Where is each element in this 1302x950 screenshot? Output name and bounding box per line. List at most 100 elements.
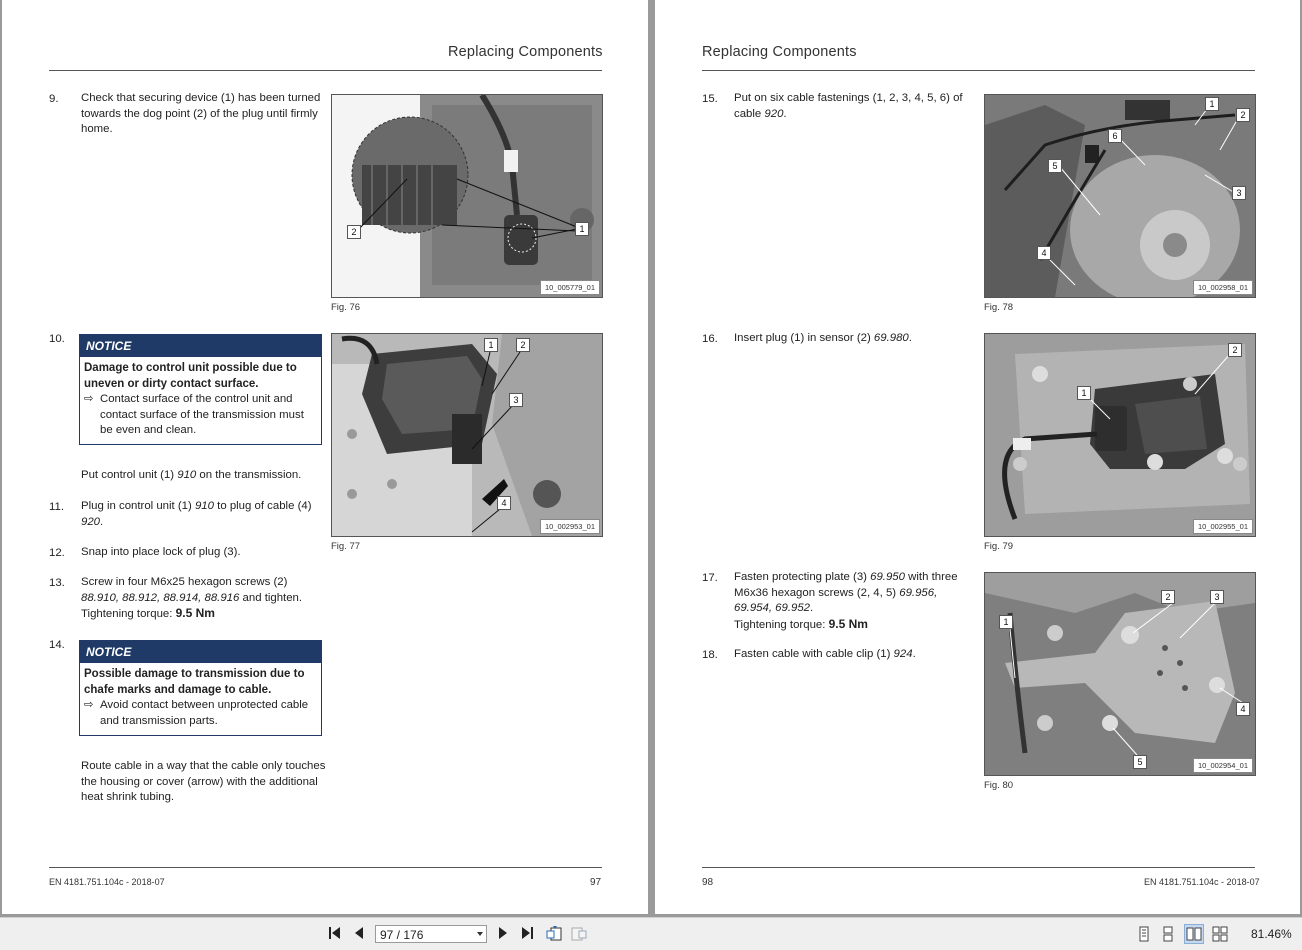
callout-2: 2 (1228, 343, 1242, 357)
notice-box: NOTICE Damage to control unit possible d… (79, 334, 322, 445)
figure-caption: Fig. 79 (984, 541, 1014, 552)
callout-3: 3 (1232, 186, 1246, 200)
footer-doc-id: EN 4181.751.104c - 2018-07 (1144, 877, 1260, 887)
figure-77: 1 2 3 4 10_002953_01 (331, 333, 603, 537)
continuous-page-icon (1163, 926, 1173, 942)
footer-page-number: 98 (702, 877, 714, 888)
navigation-toolbar: 97 / 176 81.46% (0, 917, 1302, 950)
callout-6: 6 (1108, 129, 1122, 143)
step-14-text: Route cable in a way that the cable only… (81, 760, 326, 803)
next-page-icon (499, 927, 507, 939)
back-view-button[interactable] (545, 924, 563, 942)
step-number: 12. (49, 547, 65, 559)
step-number: 13. (49, 577, 65, 589)
figure-code: 10_002955_01 (1192, 519, 1253, 534)
callout-2: 2 (347, 225, 361, 239)
figure-79: 2 1 10_002955_01 (984, 333, 1256, 537)
step-number: 15. (702, 93, 718, 105)
callout-2: 2 (1161, 590, 1175, 604)
footer-doc-id: EN 4181.751.104c - 2018-07 (49, 877, 165, 887)
step-number: 17. (702, 572, 718, 584)
first-page-icon (329, 927, 340, 939)
notice-box: NOTICE Possible damage to transmission d… (79, 640, 322, 736)
back-view-icon (546, 926, 562, 941)
page-98: Replacing Components 15. Put on six cabl… (655, 0, 1300, 914)
page-header: Replacing Components (448, 44, 603, 60)
footer-page-number: 97 (590, 877, 602, 888)
step-9-text: Check that securing device (1) has been … (81, 92, 321, 135)
callout-4: 4 (1037, 246, 1051, 260)
document-viewport[interactable]: Replacing Components 9. Check that secur… (0, 0, 1302, 917)
notice-title: Possible damage to transmission due to c… (84, 668, 305, 696)
step-15-text: Put on six cable fastenings (1, 2, 3, 4,… (734, 92, 963, 120)
forward-view-icon (571, 927, 587, 941)
figure-caption: Fig. 76 (331, 302, 361, 313)
page-97: Replacing Components 9. Check that secur… (2, 0, 648, 914)
footer-rule (702, 867, 1255, 868)
figure-80: 2 3 1 4 5 10_002954_01 (984, 572, 1256, 776)
step-number: 14. (49, 639, 65, 651)
figure-78: 1 2 6 5 3 4 10_002958_01 (984, 94, 1256, 298)
callout-5: 5 (1133, 755, 1147, 769)
step-number: 10. (49, 333, 65, 345)
two-page-icon (1186, 927, 1202, 941)
step-number: 11. (49, 501, 64, 513)
figure-code: 10_002953_01 (539, 519, 600, 534)
next-page-button[interactable] (494, 924, 512, 942)
notice-label: NOTICE (80, 641, 321, 663)
callout-4: 4 (1236, 702, 1250, 716)
figure-76: 2 1 10_005779_01 (331, 94, 603, 298)
callout-2: 2 (1236, 108, 1250, 122)
first-page-button[interactable] (326, 924, 344, 942)
header-rule (49, 70, 602, 71)
notice-body: Contact surface of the control unit and … (100, 393, 304, 436)
single-page-view-button[interactable] (1134, 924, 1154, 944)
callout-5: 5 (1048, 159, 1062, 173)
arrow-right-icon: ⇨ (84, 699, 94, 711)
notice-label: NOTICE (80, 335, 321, 357)
callout-4: 4 (497, 496, 511, 510)
last-page-icon (522, 927, 533, 939)
page-number-select[interactable]: 97 / 176 (375, 925, 487, 943)
single-page-icon (1139, 926, 1149, 942)
step-16-text: Insert plug (1) in sensor (2) 69.980. (734, 332, 912, 344)
last-page-button[interactable] (518, 924, 536, 942)
previous-page-button[interactable] (350, 924, 368, 942)
two-page-continuous-view-button[interactable] (1210, 924, 1230, 944)
footer-rule (49, 867, 602, 868)
step-17-text: Fasten protecting plate (3) 69.950 with … (734, 571, 958, 631)
figure-code: 10_002954_01 (1192, 758, 1253, 773)
callout-3: 3 (1210, 590, 1224, 604)
prev-page-icon (355, 927, 363, 939)
step-10-text: Put control unit (1) 910 on the transmis… (81, 469, 302, 481)
step-number: 9. (49, 93, 59, 105)
step-number: 16. (702, 333, 718, 345)
callout-1: 1 (1205, 97, 1219, 111)
figure-caption: Fig. 78 (984, 302, 1014, 313)
callout-3: 3 (509, 393, 523, 407)
figure-caption: Fig. 80 (984, 780, 1014, 791)
step-18-text: Fasten cable with cable clip (1) 924. (734, 648, 916, 660)
callout-2: 2 (516, 338, 530, 352)
callout-1: 1 (484, 338, 498, 352)
step-13-text: Screw in four M6x25 hexagon screws (2) 8… (81, 576, 303, 620)
step-number: 18. (702, 649, 718, 661)
two-page-continuous-icon (1212, 926, 1228, 942)
continuous-view-button[interactable] (1158, 924, 1178, 944)
callout-1: 1 (575, 222, 589, 236)
forward-view-button[interactable] (570, 924, 588, 942)
step-12-text: Snap into place lock of plug (3). (81, 546, 241, 558)
page-header: Replacing Components (702, 44, 857, 60)
callout-1: 1 (999, 615, 1013, 629)
zoom-level[interactable]: 81.46% (1251, 927, 1292, 941)
notice-title: Damage to control unit possible due to u… (84, 362, 297, 390)
notice-body: Avoid contact between unprotected cable … (100, 699, 309, 727)
callout-1: 1 (1077, 386, 1091, 400)
header-rule (702, 70, 1255, 71)
figure-code: 10_005779_01 (539, 280, 600, 295)
figure-caption: Fig. 77 (331, 541, 361, 552)
chevron-down-icon (477, 932, 483, 936)
step-11-text: Plug in control unit (1) 910 to plug of … (81, 500, 312, 528)
figure-code: 10_002958_01 (1192, 280, 1253, 295)
two-page-view-button[interactable] (1184, 924, 1204, 944)
